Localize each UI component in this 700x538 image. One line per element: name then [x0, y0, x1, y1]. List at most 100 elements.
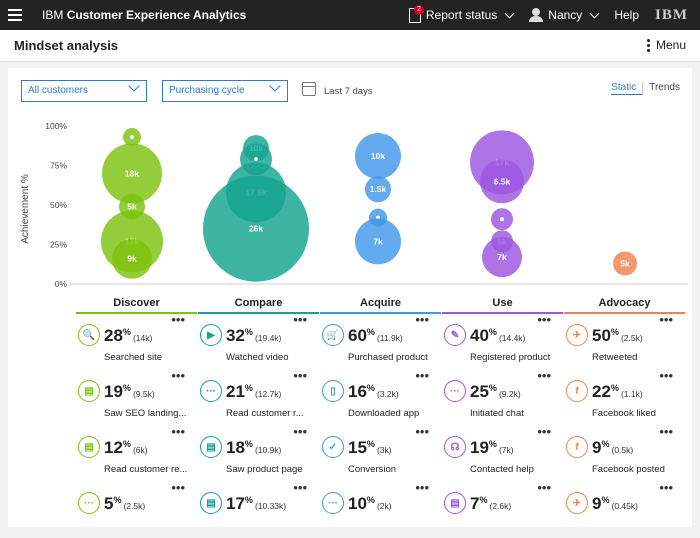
top-bar: IBM Customer Experience Analytics 2 Repo…: [0, 0, 700, 30]
metric-count: (2.5k): [620, 333, 643, 343]
metric-percent: 18: [226, 438, 245, 457]
more-options-icon[interactable]: •••: [293, 481, 307, 494]
report-status-menu[interactable]: 2 Report status: [408, 4, 515, 23]
menu-button[interactable]: Menu: [646, 38, 686, 52]
hamburger-menu-icon[interactable]: [0, 0, 30, 30]
metric-tile[interactable]: ▤ ••• 12% (6k) Read customer re...: [76, 425, 197, 482]
chevron-down-icon: [589, 8, 600, 18]
more-options-icon[interactable]: •••: [659, 481, 673, 494]
video-icon: ▶: [200, 324, 222, 346]
stage-columns: Discover 🔍 ••• 28% (14k) Searched site ▤ ••• 19%…: [76, 293, 686, 538]
more-options-icon[interactable]: •••: [171, 425, 185, 438]
metric-tile[interactable]: ✈ ••• 50% (2.5k) Retweeted: [564, 313, 685, 370]
chevron-down-icon: [269, 80, 281, 92]
user-menu[interactable]: Nancy: [529, 8, 600, 22]
more-options-icon[interactable]: •••: [537, 425, 551, 438]
stage-column-acquire: Acquire 🛒 ••• 60% (11.9k) Purchased product ▯ •…: [320, 293, 441, 538]
more-options-icon[interactable]: •••: [659, 313, 673, 326]
more-options-icon[interactable]: •••: [537, 481, 551, 494]
metric-label: Saw product page: [226, 464, 303, 475]
facebook-icon: f: [566, 380, 588, 402]
metric-tile[interactable]: f ••• 22% (1.1k) Facebook liked: [564, 369, 685, 426]
help-link[interactable]: Help: [614, 8, 639, 22]
percent-sign: %: [122, 439, 131, 449]
tab-static[interactable]: Static: [611, 82, 644, 95]
metric-count: (9.5k): [132, 389, 155, 399]
chat-icon: ···: [78, 492, 100, 514]
percent-sign: %: [122, 327, 131, 337]
metric-tile[interactable]: f ••• 9% (0.5k) Facebook posted: [564, 425, 685, 482]
metric-tile[interactable]: ☊ ••• 19% (7k) Contacted help: [442, 425, 563, 482]
metric-tile[interactable]: ··· ••• 25% (9.2k) Initiated chat: [442, 369, 563, 426]
check-icon: ✓: [322, 436, 344, 458]
metric-tile[interactable]: ··· ••• 5% (2.5k): [76, 481, 197, 538]
metric-tile[interactable]: ▤ ••• 17% (10.33k): [198, 481, 319, 538]
metric-tile[interactable]: ▤ ••• 7% (2.6k): [442, 481, 563, 538]
metric-tile[interactable]: 🔍 ••• 28% (14k) Searched site: [76, 313, 197, 370]
metric-label: Initiated chat: [470, 408, 524, 419]
metric-percent: 10: [348, 494, 367, 513]
pen-icon: ✎: [444, 324, 466, 346]
more-options-icon[interactable]: •••: [537, 369, 551, 382]
metric-tile[interactable]: ▯ ••• 16% (3.2k) Downloaded app: [320, 369, 441, 426]
cycle-dropdown[interactable]: Purchasing cycle: [162, 80, 288, 102]
user-name: Nancy: [548, 8, 583, 22]
metric-tile[interactable]: ▤ ••• 18% (10.9k) Saw product page: [198, 425, 319, 482]
layout-icon: ▤: [444, 492, 466, 514]
metric-count: (6k): [132, 445, 148, 455]
more-options-icon[interactable]: •••: [659, 369, 673, 382]
metric-tile[interactable]: ✓ ••• 15% (3k) Conversion: [320, 425, 441, 482]
metric-tile[interactable]: ✈ ••• 9% (0.45k): [564, 481, 685, 538]
metric-count: (11.9k): [376, 333, 403, 343]
metric-value: 19% (7k): [470, 438, 514, 458]
customers-dropdown-value: All customers: [28, 85, 89, 96]
more-options-icon[interactable]: •••: [415, 425, 429, 438]
metric-tile[interactable]: ▤ ••• 19% (9.5k) Saw SEO landing...: [76, 369, 197, 426]
percent-sign: %: [366, 439, 375, 449]
metric-tile[interactable]: ··· ••• 21% (12.7k) Read customer r...: [198, 369, 319, 426]
metric-percent: 25: [470, 382, 489, 401]
metric-percent: 32: [226, 326, 245, 345]
metric-percent: 7: [470, 494, 480, 513]
percent-sign: %: [366, 495, 375, 505]
more-options-icon[interactable]: •••: [293, 313, 307, 326]
metric-tile[interactable]: 🛒 ••• 60% (11.9k) Purchased product: [320, 313, 441, 370]
metric-count: (14.4k): [498, 333, 526, 343]
metric-tile[interactable]: ✎ ••• 40% (14.4k) Registered product: [442, 313, 563, 370]
metric-tile[interactable]: ▶ ••• 32% (19.4k) Watched video: [198, 313, 319, 370]
more-options-icon[interactable]: •••: [171, 481, 185, 494]
metric-percent: 19: [104, 382, 123, 401]
metric-label: Facebook posted: [592, 464, 665, 475]
metric-label: Read customer r...: [226, 408, 304, 419]
metric-value: 22% (1.1k): [592, 382, 643, 402]
chevron-down-icon: [128, 80, 140, 92]
metric-count: (10.9k): [254, 445, 282, 455]
more-options-icon[interactable]: •••: [293, 425, 307, 438]
metric-value: 5% (2.5k): [104, 494, 145, 514]
metric-label: Contacted help: [470, 464, 534, 475]
more-options-icon[interactable]: •••: [415, 313, 429, 326]
more-options-icon[interactable]: •••: [659, 425, 673, 438]
metric-percent: 12: [104, 438, 123, 457]
more-options-icon[interactable]: •••: [171, 369, 185, 382]
more-options-icon[interactable]: •••: [293, 369, 307, 382]
chat-bubble-icon: ···: [444, 380, 466, 402]
bubble-label: 5k: [127, 202, 137, 212]
more-options-icon[interactable]: •••: [415, 369, 429, 382]
calendar-icon[interactable]: [302, 82, 316, 96]
tab-trends[interactable]: Trends: [643, 82, 680, 95]
bubble-label: 5k: [620, 258, 630, 268]
menu-label: Menu: [655, 38, 686, 52]
more-options-icon[interactable]: •••: [415, 481, 429, 494]
metric-percent: 5: [104, 494, 114, 513]
date-range-label[interactable]: Last 7 days: [324, 86, 373, 97]
percent-sign: %: [488, 383, 497, 393]
more-options-icon[interactable]: •••: [171, 313, 185, 326]
metric-tile[interactable]: ··· ••• 10% (2k): [320, 481, 441, 538]
metric-percent: 40: [470, 326, 489, 345]
customers-dropdown[interactable]: All customers: [21, 80, 147, 102]
metric-count: (2.5k): [123, 501, 146, 511]
more-options-icon[interactable]: •••: [537, 313, 551, 326]
search-icon: 🔍: [78, 324, 100, 346]
stage-column-title: Compare: [198, 293, 319, 314]
